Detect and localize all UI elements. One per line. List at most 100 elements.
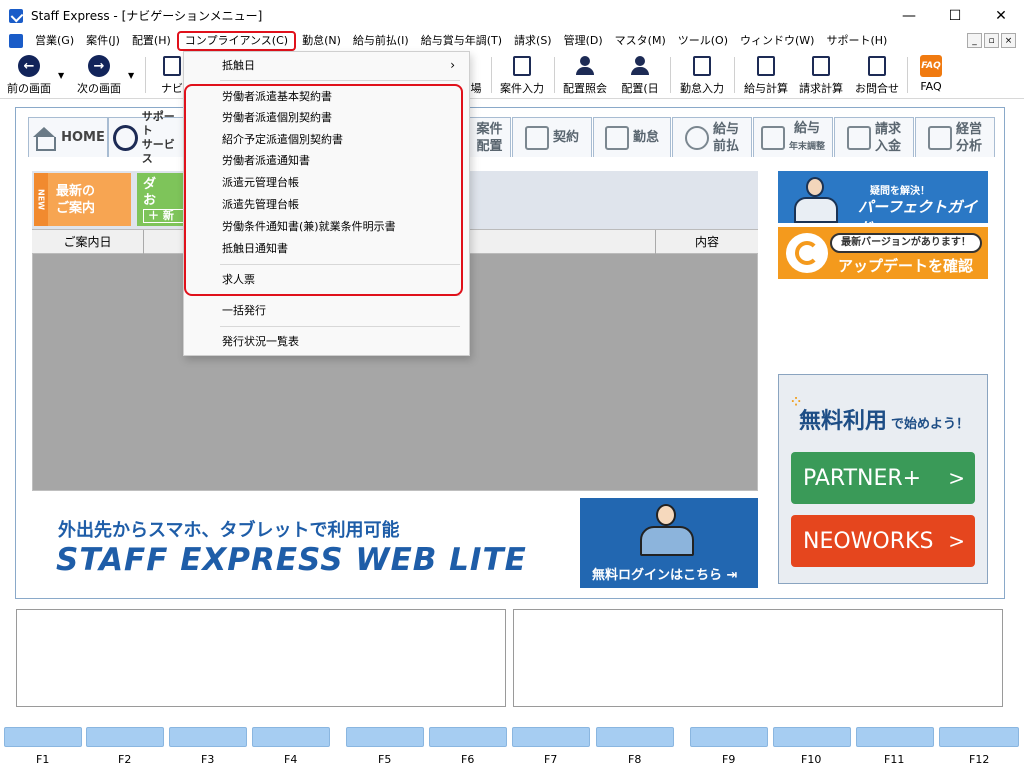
menu-salary-advance[interactable]: 給与前払(I) (347, 31, 415, 51)
f12-key[interactable]: F12 (939, 727, 1019, 767)
new-item-button[interactable]: ＋ 新 (143, 209, 185, 223)
menu-attendance[interactable]: 勤怠(N) (296, 31, 347, 51)
attendance-input-button[interactable]: 勤怠入力 (677, 55, 727, 97)
menu-sales[interactable]: 営業(G) (29, 31, 80, 51)
place-button[interactable]: 場 (468, 55, 484, 97)
mdi-restore-button[interactable]: ▫ (984, 33, 999, 48)
invoice-icon (846, 125, 871, 150)
column-category[interactable] (144, 230, 184, 254)
app-icon (9, 8, 23, 23)
menu-item-individual-contract[interactable]: 労働者派遣個別契約書 (184, 107, 469, 128)
f9-key[interactable]: F9 (690, 727, 768, 767)
lower-right-panel (513, 609, 1003, 707)
prev-dropdown-caret-icon[interactable]: ▼ (58, 71, 64, 80)
tab-case-placement[interactable]: 案件 配置 (468, 117, 511, 157)
window-controls: — ☐ ✕ (886, 0, 1024, 31)
f1-key[interactable]: F1 (4, 727, 82, 767)
toolbar-separator (907, 57, 908, 93)
menu-separator (220, 295, 460, 296)
menu-admin[interactable]: 管理(D) (558, 31, 609, 51)
window-title: Staff Express - [ナビゲーションメニュー] (31, 9, 263, 23)
mdi-app-icon[interactable] (9, 34, 23, 48)
f4-key[interactable]: F4 (252, 727, 330, 767)
f11-key[interactable]: F11 (856, 727, 934, 767)
menu-separator (220, 326, 460, 327)
mdi-close-button[interactable]: × (1001, 33, 1016, 48)
f8-label: F8 (628, 753, 642, 766)
menu-item-conflict-date[interactable]: 抵触日 › (184, 55, 469, 76)
tab-case-label-1: 案件 (476, 121, 503, 137)
tab-support-service[interactable]: サポート サービス (108, 110, 184, 165)
menu-support[interactable]: サポート(H) (820, 31, 893, 51)
tab-attendance-label: 勤怠 (632, 130, 659, 145)
menu-item-source-ledger[interactable]: 派遣元管理台帳 (184, 172, 469, 193)
billing-calc-button[interactable]: 請求計算 (796, 55, 846, 97)
placement-inquiry-button[interactable]: 配置照会 (560, 55, 610, 97)
case-input-label: 案件入力 (500, 82, 544, 95)
column-date[interactable]: ご案内日 (32, 230, 144, 254)
minimize-button[interactable]: — (886, 0, 932, 31)
menu-item-dispatch-notice[interactable]: 労働者派遣通知書 (184, 150, 469, 171)
case-input-button[interactable]: 案件入力 (497, 55, 547, 97)
neoworks-button[interactable]: NEOWORKS > (791, 515, 975, 567)
free-login-banner[interactable]: 無料ログインはこちら ⇥ (580, 498, 758, 588)
salary-calc-button[interactable]: 給与計算 (741, 55, 791, 97)
menu-tools[interactable]: ツール(O) (672, 31, 734, 51)
maximize-button[interactable]: ☐ (932, 0, 978, 31)
tab-billing[interactable]: 請求 入金 (834, 117, 914, 157)
menu-compliance[interactable]: コンプライアンス(C) (176, 31, 297, 51)
f6-key[interactable]: F6 (429, 727, 507, 767)
close-button[interactable]: ✕ (978, 0, 1024, 31)
toolbar-separator (734, 57, 735, 93)
menu-case[interactable]: 案件(J) (80, 31, 126, 51)
tab-salary-advance[interactable]: 給与 前払 (672, 117, 752, 157)
contract-icon (524, 125, 549, 150)
column-content[interactable]: 内容 (656, 230, 758, 254)
calculator-icon (757, 56, 775, 76)
menu-item-bulk-issue[interactable]: 一括発行 (184, 300, 469, 321)
menu-salary-bonus[interactable]: 給与賞与年調(T) (415, 31, 508, 51)
menu-item-issue-status-list[interactable]: 発行状況一覧表 (184, 331, 469, 352)
latest-news-tab[interactable]: NEW 最新の ご案内 (34, 173, 131, 226)
menu-item-basic-contract[interactable]: 労働者派遣基本契約書 (184, 86, 469, 107)
f2-key[interactable]: F2 (86, 727, 164, 767)
menu-item-referral-contract[interactable]: 紹介予定派遣個別契約書 (184, 129, 469, 150)
menu-billing[interactable]: 請求(S) (508, 31, 558, 51)
mdi-minimize-button[interactable]: _ (967, 33, 982, 48)
menu-window[interactable]: ウィンドウ(W) (734, 31, 820, 51)
free-trial-subtitle: で始めよう！ (891, 417, 970, 432)
tab-home[interactable]: HOME (28, 117, 108, 157)
prev-screen-button[interactable]: ← 前の画面 (4, 55, 54, 97)
placement-day-button[interactable]: 配置(日 (617, 55, 663, 97)
headset-icon (113, 124, 138, 151)
navi-button[interactable]: ナビ (160, 55, 184, 97)
update-notice: 最新バージョンがあります！ (830, 233, 982, 253)
menu-item-conflict-notice[interactable]: 抵触日通知書 (184, 238, 469, 259)
menu-item-working-conditions[interactable]: 労働条件通知書(兼)就業条件明示書 (184, 216, 469, 237)
tab-salary-year-end[interactable]: 給与 年末調整 (753, 117, 833, 157)
f10-key[interactable]: F10 (773, 727, 851, 767)
inquiry-button[interactable]: お問合せ (852, 55, 902, 97)
next-dropdown-caret-icon[interactable]: ▼ (128, 71, 134, 80)
f5-key[interactable]: F5 (346, 727, 424, 767)
menu-item-job-offer[interactable]: 求人票 (184, 269, 469, 290)
faq-button[interactable]: FAQ FAQ (914, 55, 948, 97)
f7-key[interactable]: F7 (512, 727, 590, 767)
menu-item-destination-ledger[interactable]: 派遣先管理台帳 (184, 194, 469, 215)
update-check-banner[interactable]: 最新バージョンがあります！ アップデートを確認 (778, 227, 988, 279)
download-tab[interactable]: ダ お ＋ 新 (137, 173, 187, 226)
web-lite-banner[interactable]: 外出先からスマホ、タブレットで利用可能 STAFF EXPRESS WEB LI… (32, 502, 577, 588)
partner-plus-button[interactable]: PARTNER+ > (791, 452, 975, 504)
perfect-guide-banner[interactable]: 疑問を解決！ パーフェクトガイド (778, 171, 988, 237)
tab-analysis[interactable]: 経営 分析 (915, 117, 995, 157)
tab-attendance[interactable]: 勤怠 (593, 117, 671, 157)
tab-contract[interactable]: 契約 (512, 117, 592, 157)
mdi-controls: _ ▫ × (967, 33, 1016, 48)
function-key-bar: F1 F2 F3 F4 F5 F6 F7 F8 F9 F10 F11 F12 (0, 722, 1024, 768)
menu-placement[interactable]: 配置(H) (126, 31, 177, 51)
f8-key[interactable]: F8 (596, 727, 674, 767)
menu-master[interactable]: マスタ(M) (609, 31, 672, 51)
next-screen-button[interactable]: → 次の画面 (72, 55, 126, 97)
f3-key[interactable]: F3 (169, 727, 247, 767)
chevron-right-icon: > (948, 466, 965, 490)
